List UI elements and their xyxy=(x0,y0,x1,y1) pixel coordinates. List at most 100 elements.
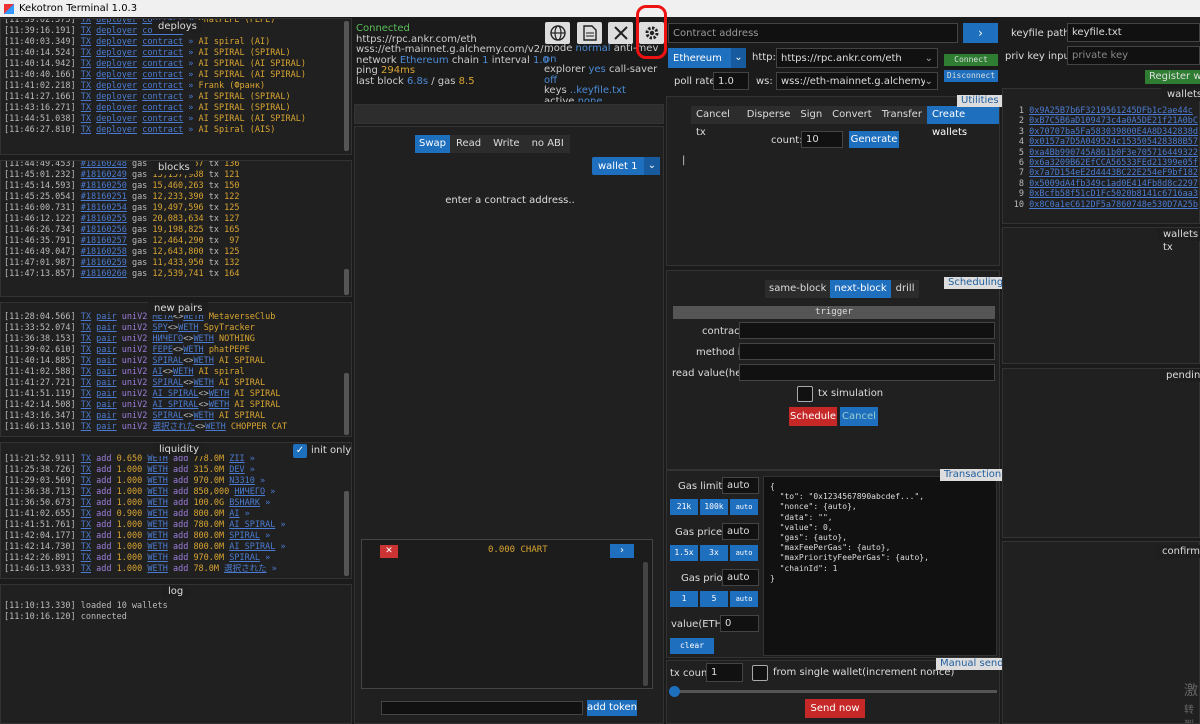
cancel-schedule-button[interactable]: Cancel xyxy=(840,407,878,426)
liquidity-log-line: [11:29:03.569] TX add 1.000 WETH add 970… xyxy=(4,476,266,486)
generate-button[interactable]: Generate xyxy=(849,131,899,148)
network-select[interactable]: Ethereum ⌄ xyxy=(668,48,746,68)
disconnect-button[interactable]: Disconnect xyxy=(944,70,998,82)
gas-prio-5-button[interactable]: 5 xyxy=(700,591,728,607)
http-input[interactable]: https://rpc.ankr.com/eth ⌄ xyxy=(776,48,938,68)
chevron-down-icon: ⌄ xyxy=(731,48,746,68)
tab-next-block[interactable]: next-block xyxy=(830,280,891,298)
deploys-scrollbar[interactable] xyxy=(344,21,349,151)
transaction-json-editor[interactable]: { "to": "0x1234567890abcdef...", "nonce"… xyxy=(763,476,997,656)
count-input[interactable]: 10 xyxy=(801,131,843,148)
wallet-list-item[interactable]: 3 0x70707ba5Fa583039800E4A8D342838d xyxy=(1012,127,1198,137)
wallet-list-item[interactable]: 6 0x6a3209B62EfCCA56533FEd21399e05f xyxy=(1012,158,1198,168)
tab-no-abi[interactable]: no ABI xyxy=(526,135,570,153)
transaction-title: Transaction xyxy=(940,469,1006,481)
keyfile-path-input[interactable]: keyfile.txt xyxy=(1067,23,1200,42)
schedule-button[interactable]: Schedule xyxy=(789,407,837,426)
value-eth-input[interactable]: 0 xyxy=(720,615,759,632)
gas-limit-auto-button[interactable]: auto xyxy=(730,499,758,515)
pair-log-line: [11:41:51.119] TX pair uniV2 AI SPIRAL<>… xyxy=(4,389,281,399)
tab-create-wallets[interactable]: Create wallets xyxy=(926,106,999,138)
close-chart-icon[interactable]: ✕ xyxy=(380,545,398,558)
tx-count-slider-thumb[interactable] xyxy=(669,686,680,697)
liquidity-panel: [11:21:52.911] TX add 0.650 WETH add 778… xyxy=(0,442,352,579)
send-now-button[interactable]: Send now xyxy=(805,699,865,718)
gas-prio-buttons: 1 5 auto xyxy=(670,591,758,607)
chevron-down-icon: ⌄ xyxy=(644,157,660,175)
read-value-input[interactable] xyxy=(739,364,995,381)
liquidity-scrollbar[interactable] xyxy=(344,491,349,576)
wallet-list-item[interactable]: 4 0x0157a7D5A049524c153505428388B57 xyxy=(1012,137,1198,147)
pairs-panel: [11:28:04.566] TX pair uniV2 META<>WETH … xyxy=(0,302,352,437)
globe-icon[interactable] xyxy=(545,22,570,44)
tab-sign[interactable]: Sign xyxy=(795,106,827,124)
chart-scrollbar[interactable] xyxy=(643,562,648,686)
tab-transfer[interactable]: Transfer xyxy=(877,106,927,124)
block-log-line: [11:45:25.054] #18160251 gas 12,233,390 … xyxy=(4,192,240,202)
count-label: count: xyxy=(771,135,803,146)
wallet-list-item[interactable]: 10 0x8C0a1eC612DF5a7860748e530D7A25b xyxy=(1012,200,1198,210)
gas-price-1-5x-button[interactable]: 1.5x xyxy=(670,545,698,561)
go-arrow-button[interactable]: › xyxy=(963,23,998,43)
init-only-checkbox[interactable]: ✓ xyxy=(293,444,307,458)
blocks-scrollbar[interactable] xyxy=(344,269,349,295)
wallet-list-item[interactable]: 2 0xB7C5B6aD109473c4a0A5DE21f21A0bC xyxy=(1012,116,1198,126)
method-id-input[interactable] xyxy=(739,343,995,360)
tab-cancel-tx[interactable]: Cancel tx xyxy=(691,106,742,138)
contract-address-input[interactable]: Contract address xyxy=(668,23,958,43)
poll-rate-input[interactable]: 1.0 xyxy=(713,72,749,90)
tab-disperse[interactable]: Disperse xyxy=(742,106,796,124)
block-log-line: [11:45:01.232] #18160249 gas 13,157,988 … xyxy=(4,170,240,180)
gas-limit-21k-button[interactable]: 21k xyxy=(670,499,698,515)
window-titlebar: Kekotron Terminal 1.0.3 xyxy=(0,0,1200,17)
tx-simulation-checkbox[interactable] xyxy=(797,386,813,402)
document-icon[interactable] xyxy=(577,22,602,44)
gas-limit-input[interactable]: auto xyxy=(722,477,759,494)
gas-price-3x-button[interactable]: 3x xyxy=(700,545,728,561)
pair-log-line: [11:40:14.885] TX pair uniV2 SPIRAL<>WET… xyxy=(4,356,266,366)
gas-prio-auto-button[interactable]: auto xyxy=(730,591,758,607)
gas-prio-1-button[interactable]: 1 xyxy=(670,591,698,607)
gas-limit-100k-button[interactable]: 100k xyxy=(700,499,728,515)
pairs-scrollbar[interactable] xyxy=(344,373,349,435)
schedule-contract-input[interactable] xyxy=(739,322,995,339)
wallet-list-item[interactable]: 8 0x5009dA4fb349c1ad0E414Fb8d8c2297 xyxy=(1012,179,1198,189)
x-twitter-icon[interactable] xyxy=(608,22,633,44)
wallet-list-item[interactable]: 9 0xBcfb58f51cD1Fc5020b8141c6716aa3 xyxy=(1012,189,1198,199)
tx-count-input[interactable]: 1 xyxy=(706,663,743,682)
tab-same-block[interactable]: same-block xyxy=(765,280,830,298)
wallet-select[interactable]: wallet 1 ⌄ xyxy=(592,157,660,175)
add-token-button[interactable]: add token xyxy=(587,700,637,716)
chart-arrow-button[interactable]: › xyxy=(610,544,634,558)
wallet-list-item[interactable]: 5 0xa4Bb990745A861b0F3e705716449322 xyxy=(1012,148,1198,158)
tx-count-slider-track[interactable] xyxy=(673,690,997,693)
gas-price-auto-button[interactable]: auto xyxy=(730,545,758,561)
liquidity-log-line: [11:41:51.761] TX add 1.000 WETH add 780… xyxy=(4,520,286,530)
priv-key-input[interactable]: private key xyxy=(1067,46,1200,65)
tab-drill[interactable]: drill xyxy=(891,280,920,298)
tab-convert[interactable]: Convert xyxy=(827,106,877,124)
wallet-list-item[interactable]: 7 0x7a7D154eE2d4443BC22E254eF9bf182 xyxy=(1012,168,1198,178)
deploy-log-line: [11:40:14.942] TX deployer contract » AI… xyxy=(4,59,307,69)
liquidity-log-line: [11:46:13.933] TX add 1.000 WETH add 78.… xyxy=(4,564,277,574)
status-lastblock: last block 6.8s / gas 8.5 xyxy=(356,75,475,87)
deploys-panel: [11:39:02.575] TX deployer contract » ph… xyxy=(0,18,352,155)
register-wallet-button[interactable]: Register wal xyxy=(1145,70,1200,84)
add-token-input[interactable] xyxy=(381,701,583,715)
tab-write[interactable]: Write xyxy=(487,135,525,153)
highlight-annotation xyxy=(636,5,667,59)
tab-swap[interactable]: Swap xyxy=(415,135,451,153)
gas-prio-input[interactable]: auto xyxy=(722,569,759,586)
status-connected: Connected xyxy=(356,23,410,34)
tab-read[interactable]: Read xyxy=(450,135,487,153)
pair-log-line: [11:28:04.566] TX pair uniV2 META<>WETH … xyxy=(4,312,276,322)
connect-button[interactable]: Connect xyxy=(944,54,998,66)
ws-input[interactable]: wss://eth-mainnet.g.alchemy.com⌄ xyxy=(776,72,938,90)
clear-button[interactable]: clear xyxy=(670,638,714,654)
gas-price-input[interactable]: auto xyxy=(722,523,759,540)
trigger-bar[interactable]: trigger xyxy=(673,306,995,319)
block-log-line: [11:46:35.791] #18160257 gas 12,464,290 … xyxy=(4,236,240,246)
single-wallet-checkbox[interactable] xyxy=(752,665,768,681)
wallet-list-item[interactable]: 1 0x9A25B7b6F3219561245DFb1c2ae44c xyxy=(1012,106,1198,116)
contract-panel: Swap Read Write no ABI wallet 1 ⌄ enter … xyxy=(354,126,664,724)
